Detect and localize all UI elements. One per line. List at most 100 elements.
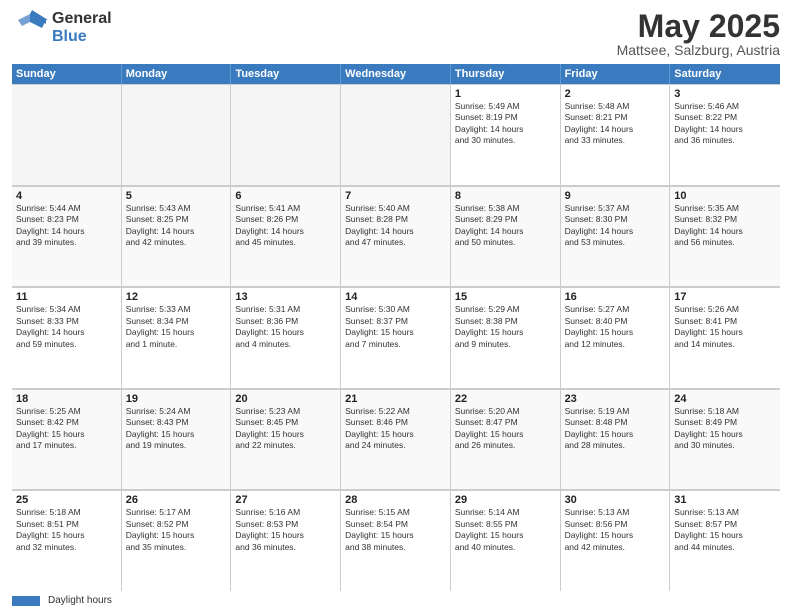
weekday-header-tuesday: Tuesday [231,64,341,84]
day-cell-18: 18Sunrise: 5:25 AM Sunset: 8:42 PM Dayli… [12,389,122,490]
day-info: Sunrise: 5:43 AM Sunset: 8:25 PM Dayligh… [126,203,227,249]
day-info: Sunrise: 5:34 AM Sunset: 8:33 PM Dayligh… [16,304,117,350]
day-info: Sunrise: 5:26 AM Sunset: 8:41 PM Dayligh… [674,304,776,350]
calendar-row-2: 4Sunrise: 5:44 AM Sunset: 8:23 PM Daylig… [12,186,780,288]
day-cell-28: 28Sunrise: 5:15 AM Sunset: 8:54 PM Dayli… [341,490,451,591]
day-number: 12 [126,291,227,303]
day-info: Sunrise: 5:16 AM Sunset: 8:53 PM Dayligh… [235,507,336,553]
calendar-row-4: 18Sunrise: 5:25 AM Sunset: 8:42 PM Dayli… [12,389,780,491]
weekday-header-friday: Friday [561,64,671,84]
logo-general: General [52,10,112,28]
day-info: Sunrise: 5:24 AM Sunset: 8:43 PM Dayligh… [126,406,227,452]
day-info: Sunrise: 5:13 AM Sunset: 8:56 PM Dayligh… [565,507,666,553]
day-cell-14: 14Sunrise: 5:30 AM Sunset: 8:37 PM Dayli… [341,287,451,388]
day-info: Sunrise: 5:13 AM Sunset: 8:57 PM Dayligh… [674,507,776,553]
day-cell-24: 24Sunrise: 5:18 AM Sunset: 8:49 PM Dayli… [670,389,780,490]
day-info: Sunrise: 5:38 AM Sunset: 8:29 PM Dayligh… [455,203,556,249]
calendar: SundayMondayTuesdayWednesdayThursdayFrid… [12,64,780,591]
day-info: Sunrise: 5:44 AM Sunset: 8:23 PM Dayligh… [16,203,117,249]
weekday-header-wednesday: Wednesday [341,64,451,84]
day-info: Sunrise: 5:25 AM Sunset: 8:42 PM Dayligh… [16,406,117,452]
day-number: 25 [16,494,117,506]
calendar-row-3: 11Sunrise: 5:34 AM Sunset: 8:33 PM Dayli… [12,287,780,389]
empty-cell [231,84,341,185]
day-info: Sunrise: 5:27 AM Sunset: 8:40 PM Dayligh… [565,304,666,350]
day-info: Sunrise: 5:31 AM Sunset: 8:36 PM Dayligh… [235,304,336,350]
day-cell-13: 13Sunrise: 5:31 AM Sunset: 8:36 PM Dayli… [231,287,341,388]
month-title: May 2025 [617,10,780,42]
logo-icon [12,10,48,46]
day-cell-20: 20Sunrise: 5:23 AM Sunset: 8:45 PM Dayli… [231,389,341,490]
day-cell-1: 1Sunrise: 5:49 AM Sunset: 8:19 PM Daylig… [451,84,561,185]
day-number: 4 [16,190,117,202]
day-info: Sunrise: 5:18 AM Sunset: 8:49 PM Dayligh… [674,406,776,452]
day-number: 2 [565,88,666,100]
day-cell-29: 29Sunrise: 5:14 AM Sunset: 8:55 PM Dayli… [451,490,561,591]
day-info: Sunrise: 5:41 AM Sunset: 8:26 PM Dayligh… [235,203,336,249]
day-cell-5: 5Sunrise: 5:43 AM Sunset: 8:25 PM Daylig… [122,186,232,287]
legend-label: Daylight hours [48,595,112,606]
empty-cell [12,84,122,185]
day-info: Sunrise: 5:14 AM Sunset: 8:55 PM Dayligh… [455,507,556,553]
day-number: 28 [345,494,446,506]
day-info: Sunrise: 5:37 AM Sunset: 8:30 PM Dayligh… [565,203,666,249]
day-cell-12: 12Sunrise: 5:33 AM Sunset: 8:34 PM Dayli… [122,287,232,388]
day-info: Sunrise: 5:33 AM Sunset: 8:34 PM Dayligh… [126,304,227,350]
day-number: 18 [16,393,117,405]
day-number: 8 [455,190,556,202]
day-number: 15 [455,291,556,303]
day-number: 10 [674,190,776,202]
day-info: Sunrise: 5:15 AM Sunset: 8:54 PM Dayligh… [345,507,446,553]
day-cell-11: 11Sunrise: 5:34 AM Sunset: 8:33 PM Dayli… [12,287,122,388]
day-info: Sunrise: 5:46 AM Sunset: 8:22 PM Dayligh… [674,101,776,147]
day-number: 5 [126,190,227,202]
day-number: 9 [565,190,666,202]
calendar-row-1: 1Sunrise: 5:49 AM Sunset: 8:19 PM Daylig… [12,84,780,186]
day-cell-4: 4Sunrise: 5:44 AM Sunset: 8:23 PM Daylig… [12,186,122,287]
day-cell-19: 19Sunrise: 5:24 AM Sunset: 8:43 PM Dayli… [122,389,232,490]
day-number: 30 [565,494,666,506]
day-cell-23: 23Sunrise: 5:19 AM Sunset: 8:48 PM Dayli… [561,389,671,490]
day-number: 22 [455,393,556,405]
day-info: Sunrise: 5:29 AM Sunset: 8:38 PM Dayligh… [455,304,556,350]
header: General Blue May 2025 Mattsee, Salzburg,… [12,10,780,58]
day-number: 21 [345,393,446,405]
day-cell-10: 10Sunrise: 5:35 AM Sunset: 8:32 PM Dayli… [670,186,780,287]
day-cell-2: 2Sunrise: 5:48 AM Sunset: 8:21 PM Daylig… [561,84,671,185]
day-number: 14 [345,291,446,303]
day-number: 16 [565,291,666,303]
legend-color-box [12,596,40,606]
day-info: Sunrise: 5:35 AM Sunset: 8:32 PM Dayligh… [674,203,776,249]
day-info: Sunrise: 5:23 AM Sunset: 8:45 PM Dayligh… [235,406,336,452]
day-info: Sunrise: 5:48 AM Sunset: 8:21 PM Dayligh… [565,101,666,147]
weekday-header-thursday: Thursday [451,64,561,84]
day-info: Sunrise: 5:40 AM Sunset: 8:28 PM Dayligh… [345,203,446,249]
day-number: 26 [126,494,227,506]
day-cell-30: 30Sunrise: 5:13 AM Sunset: 8:56 PM Dayli… [561,490,671,591]
day-cell-26: 26Sunrise: 5:17 AM Sunset: 8:52 PM Dayli… [122,490,232,591]
day-cell-9: 9Sunrise: 5:37 AM Sunset: 8:30 PM Daylig… [561,186,671,287]
calendar-body: 1Sunrise: 5:49 AM Sunset: 8:19 PM Daylig… [12,84,780,591]
day-number: 29 [455,494,556,506]
day-cell-27: 27Sunrise: 5:16 AM Sunset: 8:53 PM Dayli… [231,490,341,591]
location-subtitle: Mattsee, Salzburg, Austria [617,42,780,58]
day-cell-3: 3Sunrise: 5:46 AM Sunset: 8:22 PM Daylig… [670,84,780,185]
day-cell-16: 16Sunrise: 5:27 AM Sunset: 8:40 PM Dayli… [561,287,671,388]
day-info: Sunrise: 5:20 AM Sunset: 8:47 PM Dayligh… [455,406,556,452]
day-cell-22: 22Sunrise: 5:20 AM Sunset: 8:47 PM Dayli… [451,389,561,490]
day-number: 3 [674,88,776,100]
weekday-header-saturday: Saturday [670,64,780,84]
day-info: Sunrise: 5:49 AM Sunset: 8:19 PM Dayligh… [455,101,556,147]
logo-text: General Blue [52,10,112,45]
day-info: Sunrise: 5:18 AM Sunset: 8:51 PM Dayligh… [16,507,117,553]
title-block: May 2025 Mattsee, Salzburg, Austria [617,10,780,58]
day-info: Sunrise: 5:22 AM Sunset: 8:46 PM Dayligh… [345,406,446,452]
day-number: 11 [16,291,117,303]
day-number: 23 [565,393,666,405]
day-info: Sunrise: 5:19 AM Sunset: 8:48 PM Dayligh… [565,406,666,452]
day-number: 31 [674,494,776,506]
empty-cell [341,84,451,185]
day-number: 19 [126,393,227,405]
calendar-row-5: 25Sunrise: 5:18 AM Sunset: 8:51 PM Dayli… [12,490,780,591]
weekday-header-sunday: Sunday [12,64,122,84]
